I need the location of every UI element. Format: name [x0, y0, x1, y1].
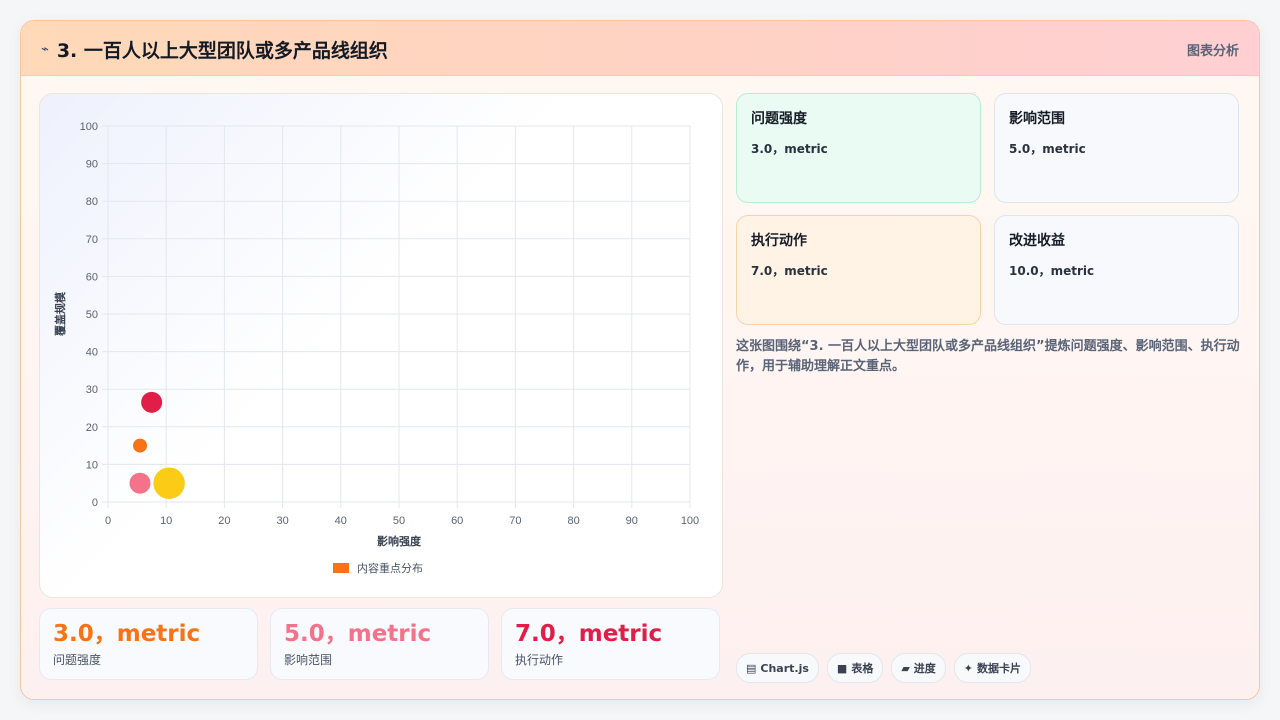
y-tick-label: 10 [86, 459, 98, 471]
x-tick-label: 30 [276, 515, 288, 527]
x-tick-label: 0 [105, 515, 111, 527]
stat-value: 5.0，metric [284, 621, 432, 647]
x-axis-label: 影响强度 [377, 534, 422, 548]
metric-card-impact-scope: 影响范围 5.0，metric [994, 93, 1239, 203]
stat-label: 执行动作 [515, 653, 564, 667]
page-title-text: 3. 一百人以上大型团队或多产品线组织 [56, 40, 388, 62]
metric-value: 7.0，metric [751, 264, 828, 278]
x-tick-label: 80 [567, 515, 579, 527]
x-tick-label: 50 [393, 515, 405, 527]
x-tick-label: 60 [451, 515, 463, 527]
tag-chartjs[interactable]: ▤ Chart.js [736, 653, 819, 683]
data-point [153, 467, 185, 499]
y-tick-label: 0 [92, 497, 98, 509]
header-bar: ⌁ 3. 一百人以上大型团队或多产品线组织 图表分析 [21, 21, 1259, 76]
metric-title: 改进收益 [1009, 233, 1065, 249]
data-point [133, 438, 148, 453]
x-tick-label: 100 [681, 515, 699, 527]
stat-label: 问题强度 [53, 653, 102, 667]
tag-progress[interactable]: ▰ 进度 [891, 653, 946, 683]
sparkle-icon: ✦ [963, 661, 974, 675]
tag-table[interactable]: ■ 表格 [826, 653, 884, 683]
metric-title: 问题强度 [751, 111, 807, 127]
y-axis-label: 覆盖规模 [53, 291, 67, 336]
tech-tags: ▤ Chart.js ■ 表格 ▰ 进度 ✦ 数据卡片 [736, 653, 1032, 683]
chart-analysis-label: 图表分析 [1186, 44, 1239, 59]
stat-card-action: 7.0，metric 执行动作 [501, 608, 720, 680]
x-tick-label: 70 [509, 515, 521, 527]
scatter-chart: 0 10 20 30 40 50 60 70 80 90 100 0 10 20 30 40 50 60 70 80 9… [53, 121, 699, 575]
y-tick-label: 90 [86, 159, 98, 171]
x-tick-label: 40 [335, 515, 347, 527]
y-tick-label: 50 [86, 309, 98, 321]
metric-card-improvement-gain: 改进收益 10.0，metric [994, 215, 1239, 325]
metric-card-action: 执行动作 7.0，metric [736, 215, 981, 325]
x-tick-label: 90 [626, 515, 638, 527]
sparkline-icon: ⌁ [41, 42, 49, 57]
legend-swatch [333, 563, 349, 573]
y-tick-label: 20 [86, 422, 98, 434]
tag-label: 进度 [913, 662, 936, 675]
stat-value: 3.0，metric [53, 621, 201, 647]
data-point [129, 472, 151, 494]
y-tick-label: 80 [86, 196, 98, 208]
tag-label: 数据卡片 [977, 662, 1022, 675]
x-tick-label: 20 [218, 515, 230, 527]
table-icon: ■ [836, 661, 848, 675]
data-point [141, 391, 163, 413]
metric-value: 3.0，metric [751, 142, 828, 156]
tag-data-card[interactable]: ✦ 数据卡片 [953, 653, 1032, 683]
page-title: ⌁ 3. 一百人以上大型团队或多产品线组织 [41, 36, 388, 63]
stat-card-impact-scope: 5.0，metric 影响范围 [270, 608, 489, 680]
metric-value: 5.0，metric [1009, 142, 1086, 156]
chart-icon: ▤ [746, 661, 757, 675]
legend-label: 内容重点分布 [357, 561, 423, 575]
metric-card-problem-intensity: 问题强度 3.0，metric [736, 93, 981, 203]
chart-description: 这张图围绕“3. 一百人以上大型团队或多产品线组织”提炼问题强度、影响范围、执行… [736, 339, 1240, 374]
stat-label: 影响范围 [284, 653, 333, 667]
stat-card-problem-intensity: 3.0，metric 问题强度 [39, 608, 258, 680]
stat-value: 7.0，metric [515, 621, 663, 647]
tag-label: 表格 [851, 662, 874, 675]
metric-value: 10.0，metric [1009, 264, 1095, 278]
y-tick-label: 60 [86, 271, 98, 283]
tag-label: Chart.js [760, 661, 809, 675]
metric-title: 影响范围 [1009, 111, 1065, 127]
main-card: ⌁ 3. 一百人以上大型团队或多产品线组织 图表分析 0 10 20 30 40 50 60… [20, 20, 1260, 700]
chart-panel: 0 10 20 30 40 50 60 70 80 90 100 0 10 20 30 40 50 60 70 80 9… [39, 93, 723, 598]
metric-title: 执行动作 [751, 233, 807, 249]
y-tick-label: 100 [80, 121, 98, 133]
y-tick-label: 40 [86, 347, 98, 359]
progress-icon: ▰ [901, 661, 910, 675]
y-tick-label: 70 [86, 234, 98, 246]
x-tick-label: 10 [160, 515, 172, 527]
y-tick-label: 30 [86, 384, 98, 396]
